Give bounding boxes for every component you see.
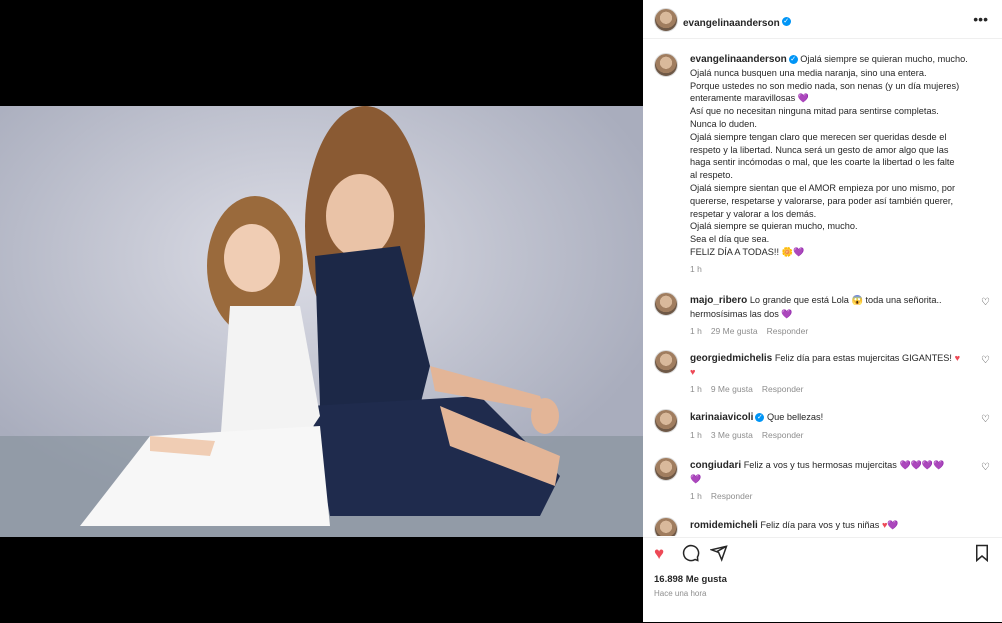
comment-likes[interactable]: 29 Me gusta [711,326,758,336]
header-username[interactable]: evangelinaanderson [683,18,780,29]
comment-username[interactable]: romidemicheli [690,520,758,531]
comment-like-heart-icon[interactable]: ♡ [981,297,990,308]
photo-pane [0,0,643,622]
caption-line-12: respetar y valorar a los demás. [690,208,817,219]
comment-meta: 1 h 3 Me gusta Responder [690,429,975,442]
caption-line-13: Ojalá siempre se quieran mucho, mucho. [690,221,858,232]
caption-line-6: Ojalá siempre tengan claro que merecen s… [690,131,947,142]
photo-illustration [0,106,643,537]
purple-heart-icon: 💜 [793,246,805,257]
caption-line-11: quererse, respetarse y valorarse, para p… [690,195,954,206]
caption-line-1: Ojalá nunca busquen una media naranja, s… [690,67,927,78]
comment-avatar[interactable] [654,457,678,481]
comment-item: romidemicheli Feliz día para vos y tus n… [643,517,1002,536]
caption-line-9: al respeto. [690,170,733,181]
comment-like-heart-icon[interactable]: ♡ [981,462,990,473]
likes-count[interactable]: 16.898 Me gusta [654,574,727,585]
reply-link[interactable]: Responder [711,491,753,501]
post-header: evangelinaanderson ✓ ••• [643,0,1002,39]
header-user: evangelinaanderson ✓ [683,13,791,31]
comment-username[interactable]: karinaiavicoli [690,412,753,423]
caption-avatar[interactable] [654,53,678,77]
author-avatar[interactable] [654,8,678,32]
comment-time: 1 h [690,383,702,394]
post-caption: evangelinaanderson ✓ Ojalá siempre se qui… [690,53,985,276]
caption-line-0: Ojalá siempre se quieran mucho, mucho. [800,54,968,64]
comment-body: karinaiavicoli ✓ Que bellezas! 1 h 3 Me gu… [690,411,975,442]
verified-icon: ✓ [755,413,765,423]
posted-time: Hace una hora [654,589,707,598]
caption-line-5: Nunca lo duden. [690,118,757,129]
caption-line-14: Sea el día que sea. [690,234,770,245]
red-heart-icon: ♥ [690,366,696,377]
comment-avatar[interactable] [654,350,678,374]
comment-like-heart-icon[interactable]: ♡ [981,414,990,425]
comment-text: Lo grande que está Lola 😱 toda una señor… [749,295,942,305]
caption-line-10: Ojalá siempre sientan que el AMOR empiez… [690,182,956,193]
comment-avatar[interactable] [654,292,678,316]
comment-username[interactable]: congiudari [690,460,741,471]
comment-like-heart-icon[interactable]: ♡ [981,355,990,366]
bookmark-icon[interactable] [974,544,990,567]
share-icon[interactable] [708,544,728,567]
flower-icon: 🌼 [781,246,794,257]
purple-heart-icon: 💜 [797,93,809,104]
reply-link[interactable]: Responder [762,430,804,440]
verified-icon: ✓ [781,17,791,27]
comment-username[interactable]: georgiedmichelis [690,353,772,364]
caption-username[interactable]: evangelinaanderson [690,54,787,65]
comment-meta: 1 h 29 Me gusta Responder [690,325,975,338]
comment-icon[interactable] [682,544,700,567]
comment-time: 1 h [690,325,702,336]
caption-line-2: Porque ustedes no son medio nada, son ne… [690,80,960,91]
comment-text-2: hermosísimas las dos [690,308,779,319]
caption-line-8: haga sentir incómodas o mal, que les coa… [690,157,955,168]
comment-time: 1 h [690,429,702,440]
comment-body: congiudari Feliz a vos y tus hermosas mu… [690,459,975,502]
purple-heart-icon: 💜 [781,308,793,319]
caption-time: 1 h [690,263,702,274]
red-heart-icon: ♥ [954,353,961,363]
comment-meta: 1 h 9 Me gusta Responder [690,383,975,396]
comment-body: majo_ribero Lo grande que está Lola 😱 to… [690,294,975,337]
caption-line-15: FELIZ DÍA A TODAS!! [690,246,780,257]
comment-text: Que bellezas! [766,412,824,422]
caption-line-4: Así que no necesitan ninguna mitad para … [690,106,939,117]
comment-avatar[interactable] [654,517,678,536]
comment-body: romidemicheli Feliz día para vos y tus n… [690,519,975,533]
purple-hearts-icon: 💜💜💜💜 [899,460,945,470]
comment-body: georgiedmichelis Feliz día para estas mu… [690,352,975,395]
purple-heart-icon: 💜 [887,520,899,530]
verified-icon: ✓ [788,55,798,65]
post-side-panel: evangelinaanderson ✓ ••• evangelinaanders… [643,0,1002,622]
comment-text: Feliz día para estas mujercitas GIGANTES… [774,353,952,363]
caption-line-7: respeto y la libertad. Nunca será un ges… [690,144,949,155]
post-actions: ♥ 16.898 Me gusta Hace una hora [643,537,1002,623]
comment-likes[interactable]: 9 Me gusta [711,384,753,394]
reply-link[interactable]: Responder [767,326,809,336]
comment-text: Feliz día para vos y tus niñas [760,520,880,530]
comment-meta: 1 h Responder [690,490,975,503]
comment-time: 1 h [690,490,702,501]
post-photo[interactable] [0,106,643,537]
comment-avatar[interactable] [654,409,678,433]
comment-likes[interactable]: 3 Me gusta [711,430,753,440]
heart-icon[interactable]: ♥ [654,544,664,564]
reply-link[interactable]: Responder [762,384,804,394]
purple-heart-icon: 💜 [690,473,702,484]
more-options-icon[interactable]: ••• [973,12,988,26]
comment-text: Feliz a vos y tus hermosas mujercitas [743,460,897,470]
comment-username[interactable]: majo_ribero [690,295,747,306]
caption-line-3: enteramente maravillosas [690,93,796,104]
